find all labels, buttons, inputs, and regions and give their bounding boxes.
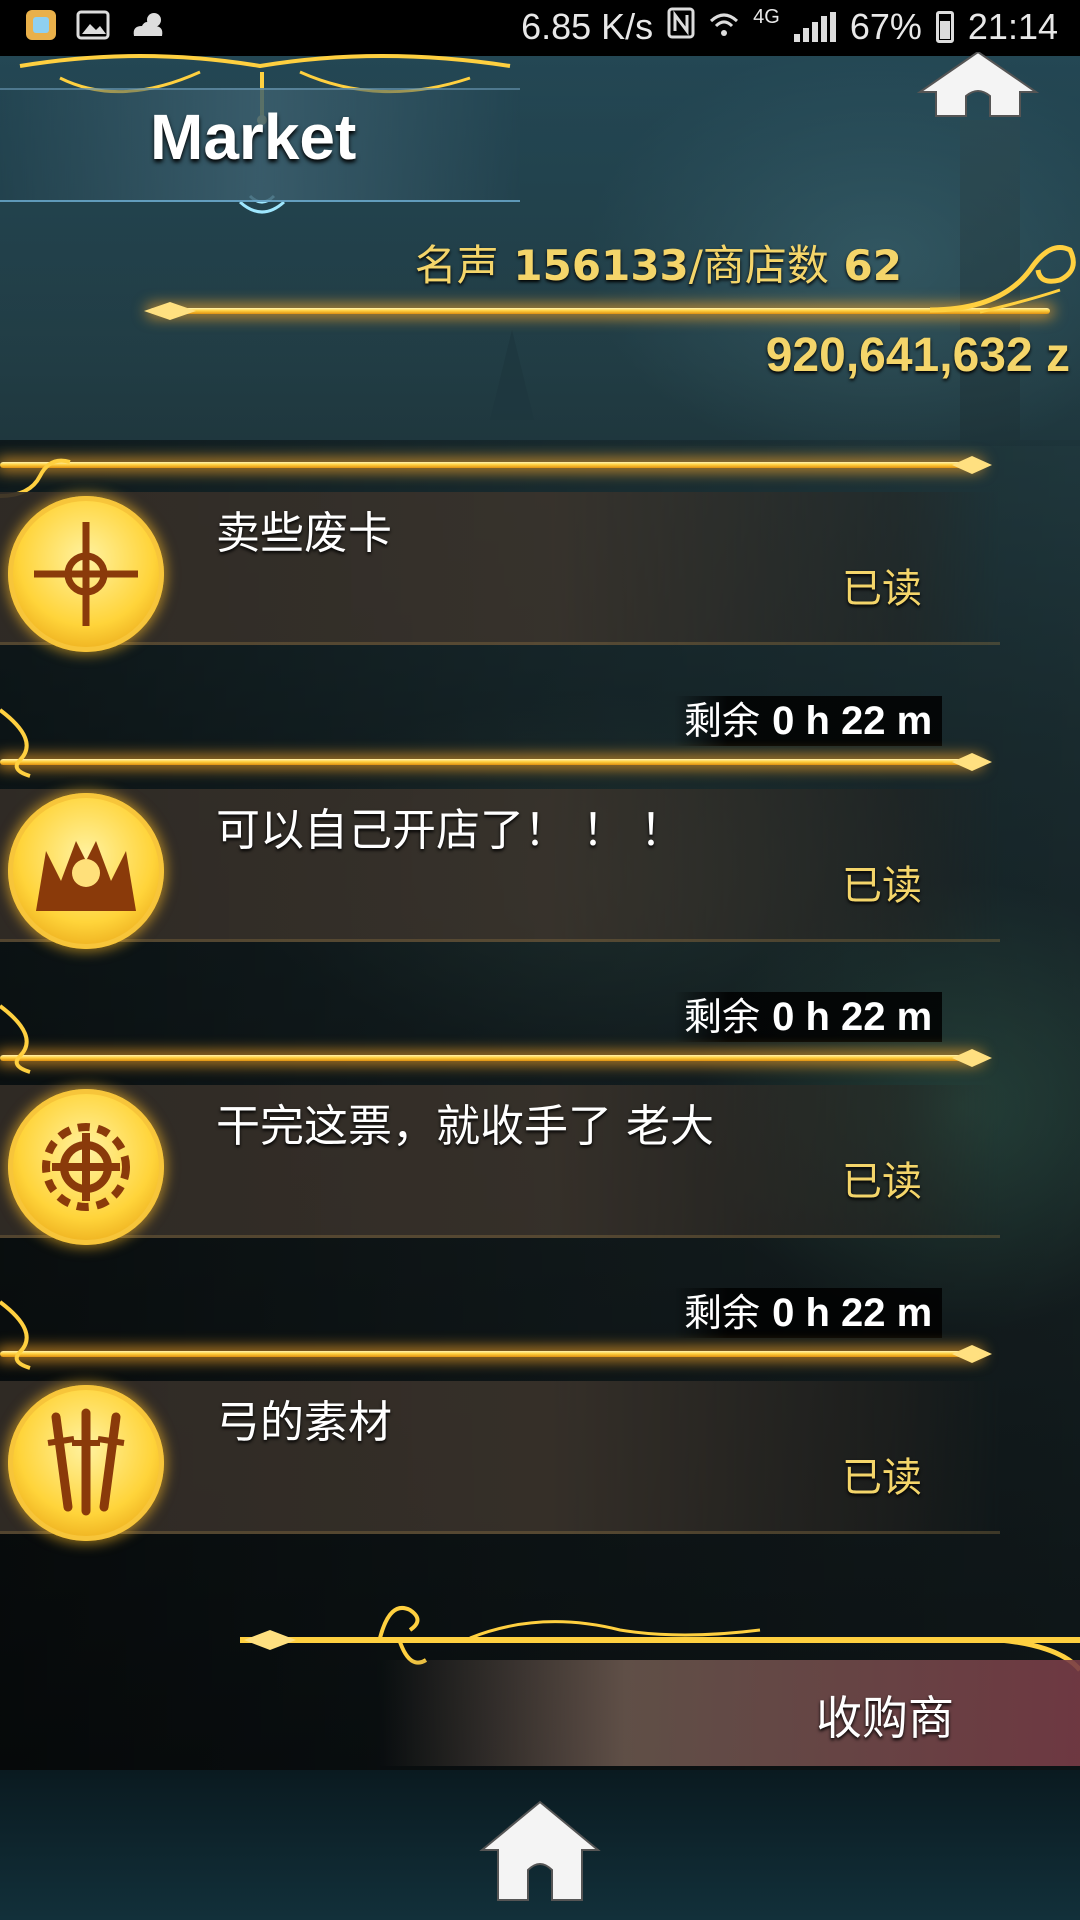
money-balance: 920,641,632 z [765, 329, 1070, 382]
app-notification-icon [24, 8, 58, 42]
stats-divider [150, 308, 1050, 314]
cross-emblem-icon[interactable] [8, 496, 164, 652]
item-divider [0, 759, 980, 765]
read-status: 已读 [842, 1455, 922, 1501]
read-status: 已读 [842, 1159, 922, 1205]
time-remaining: 剩余 0 h 22 m [674, 992, 943, 1042]
time-remaining: 剩余 0 h 22 m [674, 1288, 943, 1338]
swords-emblem-icon[interactable] [8, 1385, 164, 1541]
time-remaining: 剩余 0 h 22 m [674, 696, 943, 746]
status-bar: 6.85 K/s 4G 67% 21:14 [0, 0, 1080, 56]
read-status: 已读 [842, 863, 922, 909]
battery-percent: 67% [849, 6, 922, 47]
time-remaining-value: 0 h 22 m [772, 1291, 933, 1335]
time-remaining-label: 剩余 [684, 995, 761, 1039]
wifi-icon [709, 6, 739, 48]
shop-count-label: /商店数 [688, 241, 829, 290]
home-icon[interactable] [916, 52, 1040, 118]
item-divider [0, 462, 980, 468]
list-item-title: 卖些废卡 [216, 508, 392, 559]
background-spire [490, 330, 534, 420]
item-divider [0, 1055, 980, 1061]
item-divider [0, 1351, 980, 1357]
shop-count-value: 62 [843, 241, 902, 290]
signal-icon [793, 12, 836, 42]
buyer-button[interactable]: 收购商 [380, 1660, 1080, 1766]
page-title: Market [150, 101, 357, 173]
buyer-button-label: 收购商 [816, 1691, 954, 1745]
status-left-icons [24, 8, 163, 42]
reputation-label: 名声 [414, 241, 499, 290]
status-right: 6.85 K/s 4G 67% 21:14 [521, 6, 1058, 48]
background-tower [960, 120, 1020, 440]
time-remaining-label: 剩余 [684, 699, 761, 743]
reputation-stats: 名声 156133/商店数 62 [415, 232, 902, 293]
weather-icon [128, 8, 163, 42]
list-item-title: 干完这票，就收手了 老大 [216, 1101, 714, 1152]
nfc-icon [667, 6, 695, 48]
image-icon [76, 8, 110, 42]
home-icon[interactable] [478, 1800, 602, 1904]
reputation-value: 156133 [513, 241, 689, 290]
list-item-title: 可以自己开店了！ ！ ！ [216, 805, 684, 856]
crown-emblem-icon[interactable] [8, 793, 164, 949]
list-item-title: 弓的素材 [216, 1397, 392, 1448]
time-remaining-value: 0 h 22 m [772, 995, 933, 1039]
network-type: 4G [753, 6, 780, 28]
battery-icon [935, 11, 954, 43]
clock: 21:14 [967, 6, 1058, 47]
read-status: 已读 [842, 566, 922, 612]
time-remaining-value: 0 h 22 m [772, 699, 933, 743]
time-remaining-label: 剩余 [684, 1291, 761, 1335]
gear-emblem-icon[interactable] [8, 1089, 164, 1245]
net-speed: 6.85 K/s [521, 6, 654, 47]
